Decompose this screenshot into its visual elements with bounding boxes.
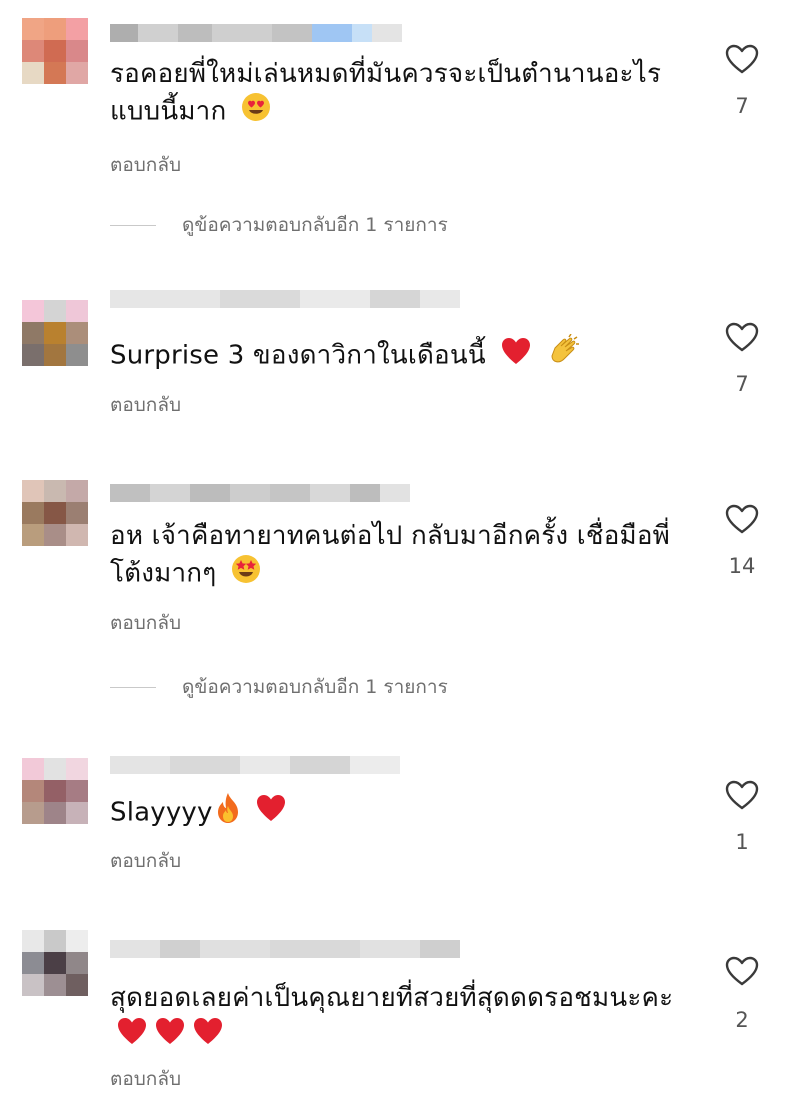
- star-struck-emoji: [231, 554, 261, 594]
- avatar[interactable]: [8, 466, 102, 560]
- heart-outline-icon: [725, 956, 759, 986]
- comment-text: Surprise 3 ของดาวิกาในเดือนนี้: [110, 333, 690, 378]
- like-count: 1: [735, 830, 749, 854]
- like-count: 7: [735, 94, 749, 118]
- view-more-replies[interactable]: ดูข้อความตอบกลับอีก 1 รายการ: [110, 210, 448, 240]
- comment-text: สุดยอดเลยค่าเป็นคุณยายที่สวยที่สุดดดรอชม…: [110, 980, 690, 1056]
- like-button[interactable]: [720, 780, 764, 810]
- username-obscured[interactable]: [110, 940, 460, 958]
- username-obscured[interactable]: [110, 290, 460, 308]
- reply-button[interactable]: ตอบกลับ: [110, 150, 181, 180]
- red-heart-emoji: [116, 1016, 148, 1056]
- heart-outline-icon: [725, 504, 759, 534]
- divider-line: [110, 686, 156, 688]
- username-obscured[interactable]: [110, 484, 410, 502]
- avatar[interactable]: [8, 286, 102, 380]
- reply-button[interactable]: ตอบกลับ: [110, 1064, 181, 1094]
- like-button[interactable]: [720, 322, 764, 352]
- view-more-replies-label[interactable]: ดูข้อความตอบกลับอีก 1 รายการ: [182, 672, 448, 702]
- username-obscured[interactable]: [110, 756, 400, 774]
- avatar[interactable]: [8, 916, 102, 1010]
- like-count: 2: [735, 1008, 749, 1032]
- avatar[interactable]: [8, 744, 102, 838]
- divider-line: [110, 224, 156, 226]
- like-count: 7: [735, 372, 749, 396]
- red-heart-emoji: [500, 336, 532, 376]
- like-button[interactable]: [720, 504, 764, 534]
- comment-text: อห เจ้าคือทายาทคนต่อไป กลับมาอีกครั้ง เช…: [110, 518, 690, 594]
- red-heart-emoji: [192, 1016, 224, 1056]
- like-button[interactable]: [720, 956, 764, 986]
- red-heart-emoji: [255, 793, 287, 833]
- like-count: 14: [728, 554, 756, 578]
- reply-button[interactable]: ตอบกลับ: [110, 846, 181, 876]
- view-more-replies-label[interactable]: ดูข้อความตอบกลับอีก 1 รายการ: [182, 210, 448, 240]
- heart-outline-icon: [725, 44, 759, 74]
- username-obscured[interactable]: [110, 24, 402, 42]
- reply-button[interactable]: ตอบกลับ: [110, 390, 181, 420]
- avatar[interactable]: [8, 4, 102, 98]
- heart-eyes-emoji: [241, 92, 271, 132]
- clapping-hands-emoji: [547, 333, 581, 378]
- fire-emoji: [215, 792, 241, 834]
- heart-outline-icon: [725, 780, 759, 810]
- comment-text: Slayyyy: [110, 792, 690, 834]
- like-button[interactable]: [720, 44, 764, 74]
- heart-outline-icon: [725, 322, 759, 352]
- view-more-replies[interactable]: ดูข้อความตอบกลับอีก 1 รายการ: [110, 672, 448, 702]
- comment-text: รอคอยพี่ใหม่เล่นหมดที่มันควรจะเป็นตำนานอ…: [110, 56, 690, 132]
- reply-button[interactable]: ตอบกลับ: [110, 608, 181, 638]
- red-heart-emoji: [154, 1016, 186, 1056]
